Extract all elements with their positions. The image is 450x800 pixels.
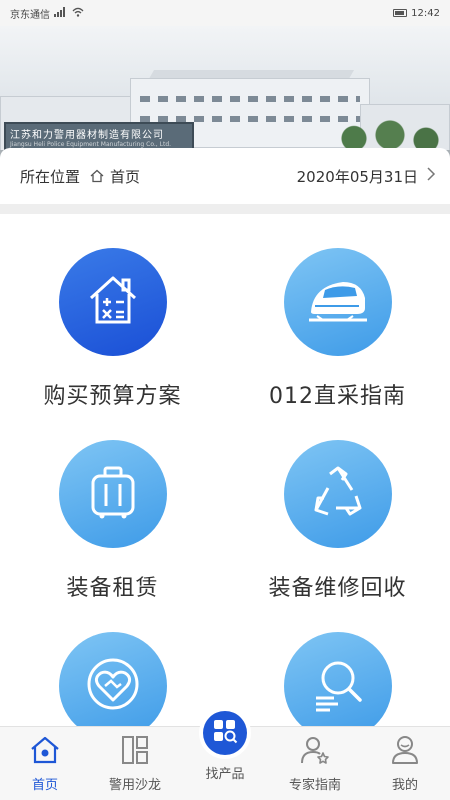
- tab-find-product[interactable]: 找产品: [180, 711, 270, 800]
- status-bar: 京东通信 12:42: [0, 0, 450, 26]
- location-bar: 所在位置 首页 2020年05月31日: [0, 148, 450, 204]
- luggage-icon: [85, 464, 141, 524]
- tab-home[interactable]: 首页: [0, 727, 90, 800]
- tab-mine[interactable]: 我的: [360, 727, 450, 800]
- location-label: 所在位置: [20, 167, 81, 186]
- budget-house-icon: [85, 272, 141, 332]
- chevron-right-icon: [426, 166, 436, 186]
- bullet-train-icon: [303, 272, 373, 332]
- company-sign-text: 江苏和力警用器材制造有限公司: [10, 130, 164, 141]
- tile-icon-circle: [58, 440, 167, 548]
- tab-label: 专家指南: [288, 778, 341, 793]
- home-icon: [30, 736, 60, 768]
- find-product-button[interactable]: [203, 711, 247, 755]
- wifi-icon: [72, 7, 84, 20]
- signal-icon: [54, 6, 68, 20]
- date-selector[interactable]: 2020年05月31日: [297, 166, 436, 187]
- banner-windows: [140, 96, 360, 102]
- breadcrumb-current[interactable]: 首页: [110, 166, 140, 187]
- battery-icon: [393, 9, 408, 17]
- factory-banner[interactable]: 江苏和力警用器材制造有限公司 Jiangsu Heli Police Equip…: [0, 26, 450, 158]
- tile-icon-circle: [283, 632, 392, 740]
- home-small-icon: [90, 169, 104, 183]
- tile-equipment-rental[interactable]: 装备租赁: [0, 440, 225, 602]
- status-time: 12:42: [411, 7, 440, 19]
- carrier-name: 京东通信: [10, 9, 50, 21]
- bottom-tab-bar: 首页 警用沙龙 找产品 专家指南 我的: [0, 711, 450, 800]
- find-product-icon: [212, 718, 238, 748]
- recycle-icon: [308, 464, 368, 524]
- tile-icon-circle: [58, 248, 167, 356]
- banner-trees: [330, 118, 450, 152]
- tile-label: 装备租赁: [66, 576, 159, 601]
- tab-label: 找产品: [205, 767, 245, 782]
- tile-icon-circle: [283, 440, 392, 548]
- company-sign-subtext: Jiangsu Heli Police Equipment Manufactur…: [10, 141, 172, 148]
- tab-label: 我的: [391, 778, 418, 793]
- tab-expert-guide[interactable]: 专家指南: [270, 727, 360, 800]
- feature-grid: 购买预算方案 012直采指南 装备租赁 装备维修回收: [0, 214, 450, 740]
- tile-icon-circle: [58, 632, 167, 740]
- tile-direct-purchase-guide[interactable]: 012直采指南: [225, 248, 450, 410]
- expert-icon: [300, 735, 330, 769]
- handshake-heart-icon: [85, 656, 141, 716]
- layout-icon: [121, 735, 149, 769]
- tile-label: 装备维修回收: [268, 576, 407, 601]
- current-date: 2020年05月31日: [296, 167, 418, 186]
- tile-label: 012直采指南: [269, 384, 406, 409]
- tile-equipment-repair-recycle[interactable]: 装备维修回收: [225, 440, 450, 602]
- tab-label: 首页: [31, 778, 58, 793]
- profile-icon: [391, 735, 419, 769]
- tile-label: 购买预算方案: [43, 384, 182, 409]
- tile-budget-plan[interactable]: 购买预算方案: [0, 248, 225, 410]
- tile-icon-circle: [283, 248, 392, 356]
- tab-police-salon[interactable]: 警用沙龙: [90, 727, 180, 800]
- section-divider: [0, 204, 450, 214]
- search-list-icon: [308, 656, 368, 716]
- tab-label: 警用沙龙: [108, 778, 161, 793]
